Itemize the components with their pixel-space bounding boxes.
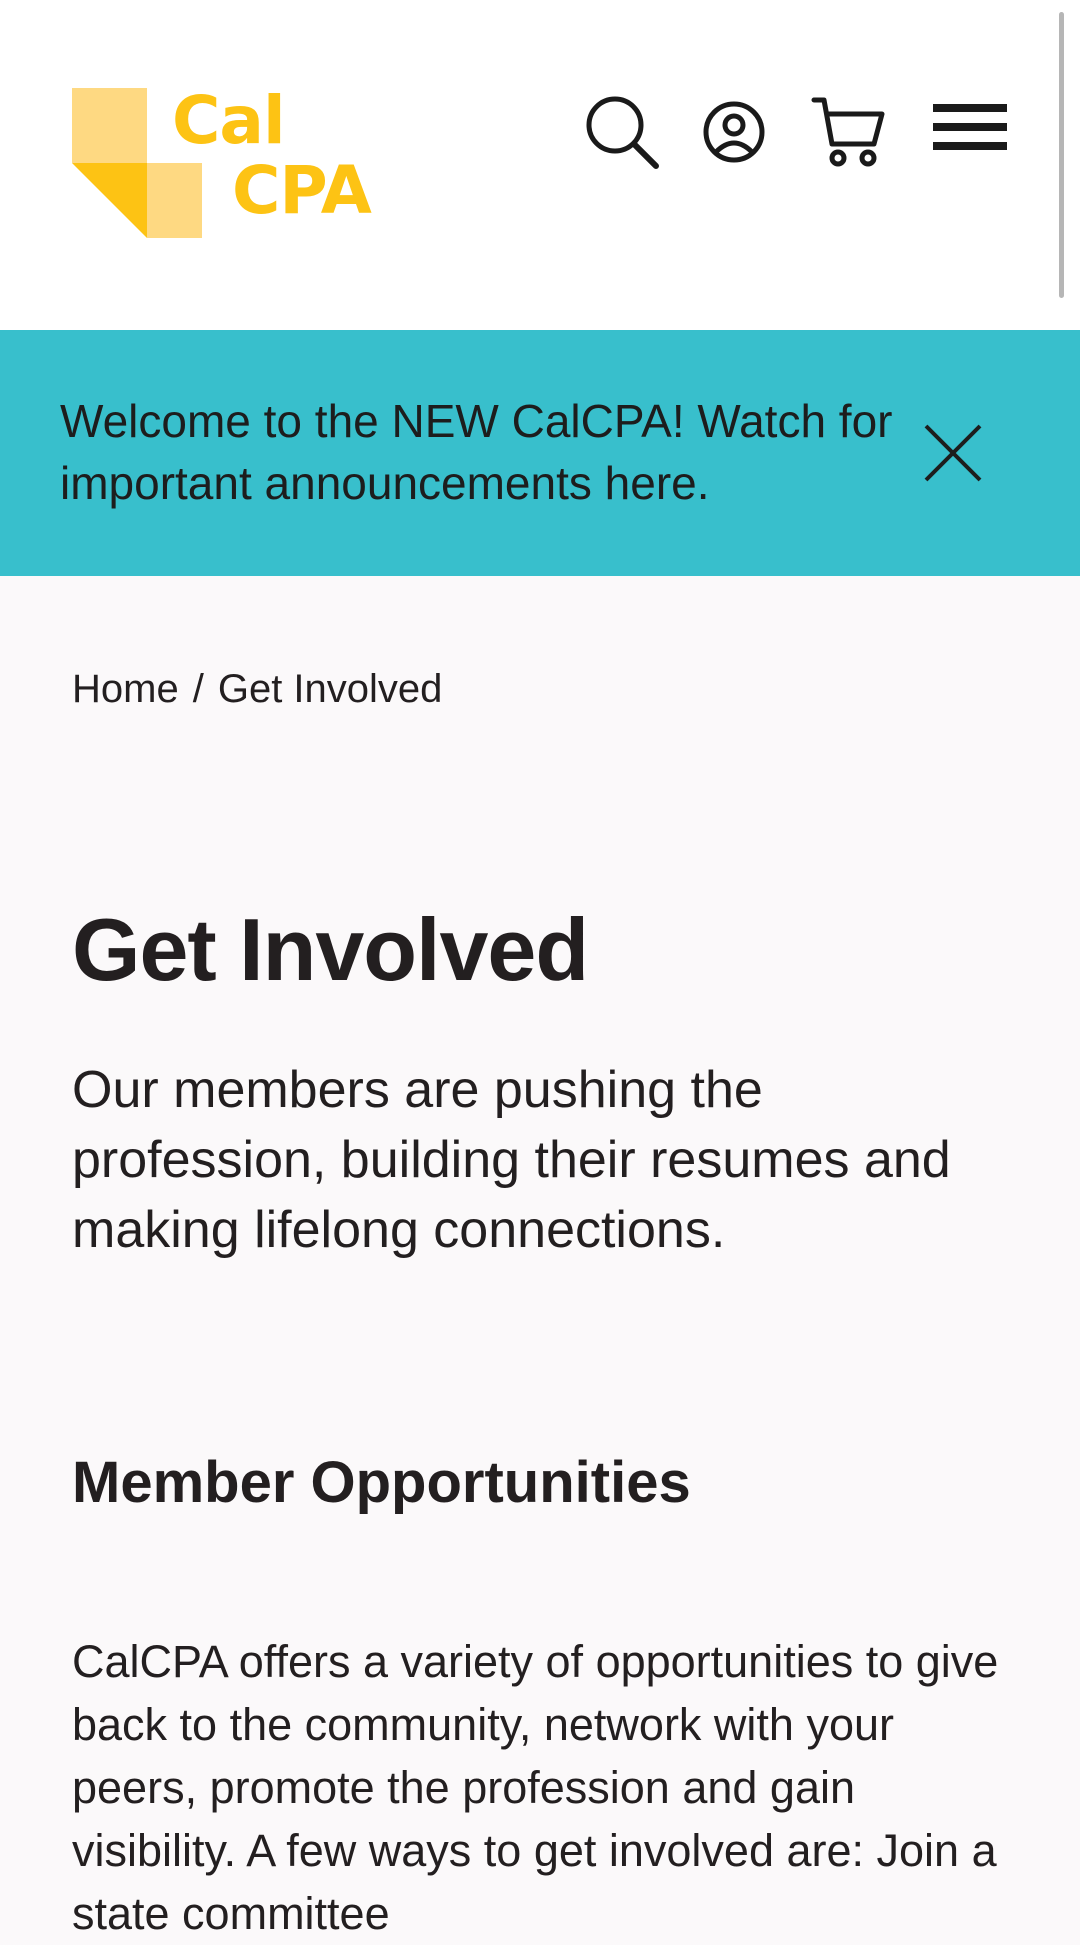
breadcrumb-home-link[interactable]: Home xyxy=(72,667,179,711)
close-icon[interactable] xyxy=(920,420,986,486)
cart-icon[interactable] xyxy=(808,92,888,172)
announcement-banner: Welcome to the NEW CalCPA! Watch for imp… xyxy=(0,330,1080,576)
logo-text-cal: Cal xyxy=(172,82,286,159)
menu-icon[interactable] xyxy=(930,92,1010,172)
breadcrumb-current: Get Involved xyxy=(217,667,443,711)
account-icon[interactable] xyxy=(694,92,774,172)
site-header: Cal CPA xyxy=(0,0,1080,330)
search-icon[interactable] xyxy=(582,92,662,172)
section-heading: Member Opportunities xyxy=(72,1450,691,1515)
page-intro: Our members are pushing the profession, … xyxy=(72,1061,951,1259)
breadcrumb-separator: / xyxy=(192,667,204,711)
breadcrumb: Home / Get Involved xyxy=(72,665,442,713)
scrollbar-thumb[interactable] xyxy=(1059,12,1064,298)
calcpa-logo[interactable]: Cal CPA xyxy=(72,88,382,242)
announcement-text: Welcome to the NEW CalCPA! Watch for imp… xyxy=(60,395,893,509)
logo-text-cpa: CPA xyxy=(232,152,372,229)
section-body: CalCPA offers a variety of opportunities… xyxy=(72,1636,999,1939)
page-title: Get Involved xyxy=(72,900,589,999)
